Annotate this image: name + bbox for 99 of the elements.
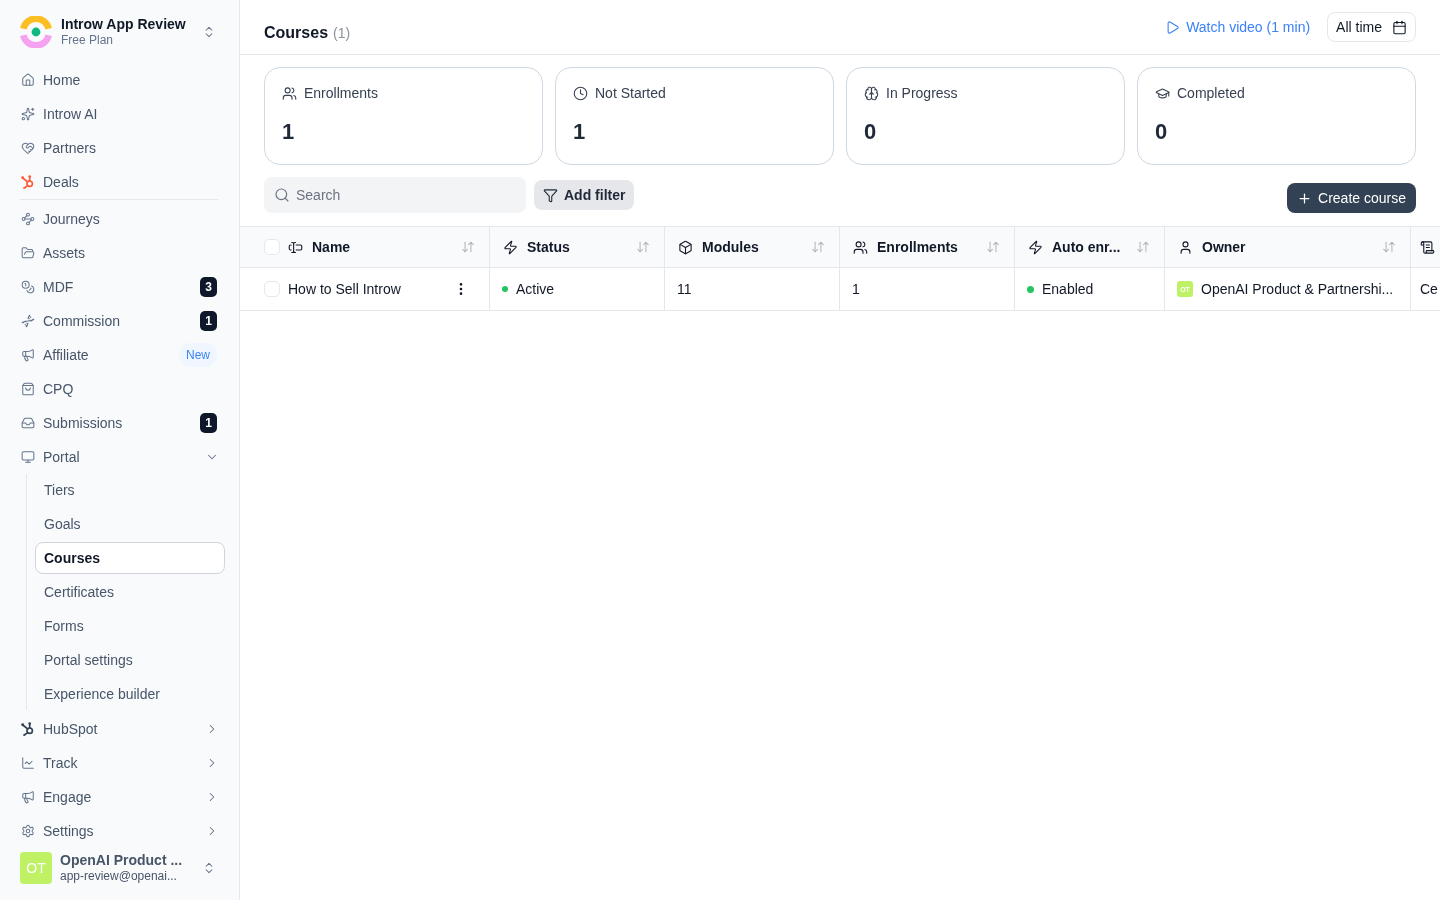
- course-name[interactable]: How to Sell Introw: [288, 281, 401, 297]
- nav-item[interactable]: Submissions: [20, 410, 130, 436]
- nav-item[interactable]: HubSpot: [20, 716, 105, 742]
- stat-value: 0: [864, 119, 877, 145]
- nav-subitem[interactable]: Experience builder: [35, 678, 225, 710]
- stat-value: 1: [282, 119, 295, 145]
- item-count: (1): [333, 24, 351, 41]
- select-all-checkbox[interactable]: [264, 239, 280, 255]
- play-icon: [1165, 19, 1181, 35]
- sprocket-icon: [21, 722, 35, 736]
- lightning-icon: [1028, 239, 1043, 255]
- page-title: Courses: [264, 23, 329, 42]
- lightning-icon: [503, 239, 518, 255]
- nav-subitem[interactable]: Portal settings: [35, 644, 225, 676]
- column-header[interactable]: Owner: [1178, 239, 1246, 255]
- sort-icon[interactable]: [461, 240, 475, 254]
- stat-label: In Progress: [886, 85, 958, 101]
- nav-item[interactable]: Settings: [20, 818, 101, 844]
- nav-subitem[interactable]: Tiers: [35, 474, 225, 506]
- column-header[interactable]: Name: [288, 239, 351, 255]
- nav-item[interactable]: Commission: [20, 308, 127, 334]
- add-filter-button[interactable]: Add filter: [534, 180, 635, 210]
- count-badge: 3: [200, 277, 217, 297]
- nav-subitem[interactable]: Courses: [35, 542, 225, 574]
- table-cell: 1: [852, 281, 860, 297]
- sprocket-icon: [21, 175, 35, 189]
- table-cell: Ce: [1420, 281, 1438, 297]
- user-avatar: OT: [20, 852, 52, 884]
- nav-subitem[interactable]: Certificates: [35, 576, 225, 608]
- status-text: Active: [516, 281, 555, 297]
- sort-icon[interactable]: [1136, 240, 1150, 254]
- nav-item[interactable]: Journeys: [20, 206, 107, 232]
- sort-icon[interactable]: [986, 240, 1000, 254]
- column-header[interactable]: Status: [503, 239, 570, 255]
- stat-label: Enrollments: [304, 85, 378, 101]
- megaphone-icon: [21, 790, 35, 804]
- scroll-icon: [1420, 239, 1435, 255]
- shopping-bag-icon: [21, 382, 35, 396]
- megaphone-icon: [21, 348, 35, 362]
- sort-icon[interactable]: [1382, 240, 1396, 254]
- coins-icon: [21, 280, 35, 294]
- count-badge: 1: [200, 311, 217, 331]
- row-checkbox[interactable]: [264, 281, 280, 297]
- calendar-icon: [1392, 19, 1407, 35]
- sort-icon[interactable]: [811, 240, 825, 254]
- home-icon: [21, 73, 35, 87]
- count-badge: 1: [200, 413, 217, 433]
- funnel-icon: [543, 187, 558, 203]
- nav-item[interactable]: MDF: [20, 274, 81, 300]
- workspace-plan: Free Plan: [61, 33, 114, 48]
- search-field[interactable]: Search: [264, 177, 526, 213]
- heart-handshake-icon: [21, 141, 35, 155]
- stat-label: Not Started: [595, 85, 666, 101]
- watch-video-link[interactable]: Watch video (1 min): [1165, 19, 1311, 35]
- line-chart-icon: [21, 756, 35, 770]
- user-email: app-review@openai...: [60, 869, 177, 884]
- nav-item[interactable]: Affiliate: [20, 342, 96, 368]
- workspace-name: Introw App Review: [61, 16, 186, 34]
- waypoints-icon: [21, 212, 35, 226]
- dna-icon: [21, 314, 35, 328]
- inbox-icon: [21, 416, 35, 430]
- settings-icon: [21, 824, 35, 838]
- graduation-cap-icon: [1155, 85, 1170, 101]
- create-course-button[interactable]: Create course: [1287, 183, 1416, 213]
- brain-icon: [864, 85, 879, 101]
- clock-icon: [573, 85, 588, 101]
- logo-icon: [20, 16, 52, 48]
- auto-enroll-text: Enabled: [1042, 281, 1094, 297]
- nav-item[interactable]: CPQ: [20, 376, 81, 402]
- search-icon: [274, 187, 290, 203]
- nav-item[interactable]: Assets: [20, 240, 92, 266]
- column-header[interactable]: Modules: [678, 239, 759, 255]
- stat-label: Completed: [1177, 85, 1245, 101]
- user-icon: [1178, 239, 1193, 255]
- nav-item[interactable]: Deals: [20, 169, 86, 195]
- nav-item[interactable]: Portal: [20, 444, 87, 470]
- user-name: OpenAI Product ...: [60, 852, 183, 870]
- table-cell: 11: [677, 281, 692, 297]
- folder-icon: [21, 246, 35, 260]
- sparkles-icon: [21, 107, 35, 121]
- text-cursor-input-icon: [288, 239, 303, 255]
- plus-icon: [1297, 190, 1313, 206]
- monitor-icon: [21, 450, 35, 464]
- date-range-button[interactable]: All time: [1327, 12, 1416, 42]
- users-icon: [853, 239, 868, 255]
- owner-name: OpenAI Product & Partnershi...: [1201, 281, 1394, 297]
- nav-item[interactable]: Introw AI: [20, 101, 105, 127]
- nav-subitem[interactable]: Forms: [35, 610, 225, 642]
- stat-value: 1: [573, 119, 586, 145]
- nav-item[interactable]: Track: [20, 750, 85, 776]
- sort-icon[interactable]: [636, 240, 650, 254]
- users-icon: [282, 85, 297, 101]
- cube-icon: [678, 239, 693, 255]
- nav-subitem[interactable]: Goals: [35, 508, 225, 540]
- nav-item[interactable]: Partners: [20, 135, 103, 161]
- nav-item[interactable]: Home: [20, 67, 88, 93]
- stat-value: 0: [1155, 119, 1168, 145]
- nav-item[interactable]: Engage: [20, 784, 99, 810]
- new-badge: New: [179, 343, 217, 367]
